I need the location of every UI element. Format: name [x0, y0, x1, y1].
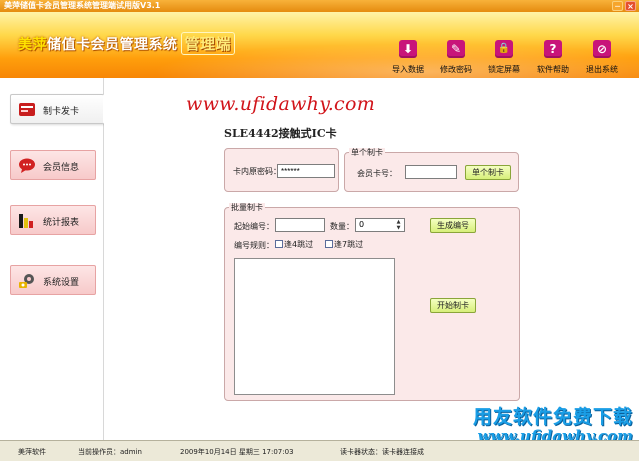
card-password-input[interactable]: [277, 164, 335, 178]
sidebar-item-make-card[interactable]: 制卡发卡: [10, 94, 104, 124]
sidebar-item-label: 会员信息: [43, 163, 80, 173]
exit-button[interactable]: ⊘ 退出系统: [577, 40, 627, 80]
sidebar-item-reports[interactable]: 统计报表: [10, 205, 96, 235]
exit-icon: ⊘: [593, 40, 611, 58]
page-title: SLE4442接触式IC卡: [224, 127, 337, 140]
app-title-text: 储值卡会员管理系统: [47, 37, 178, 53]
bottom-logo: 用友软件免费下载 www.ufidawhy.com: [473, 402, 633, 445]
sidebar: 制卡发卡 会员信息 统计报表 系统设置: [0, 78, 104, 440]
help-button[interactable]: ? 软件帮助: [528, 40, 578, 80]
logo-cn-text: 用友软件免费下载: [472, 406, 633, 428]
start-no-label: 起始编号：: [234, 222, 274, 231]
checkbox-box: [275, 240, 283, 248]
change-password-button[interactable]: ✎ 修改密码: [431, 40, 481, 80]
skip-4-label: 逢4跳过: [284, 240, 314, 249]
single-card-group: 单个制卡 会员卡号： 单个制卡: [344, 148, 519, 192]
import-data-button[interactable]: ⬇ 导入数据: [383, 40, 433, 80]
lock-screen-label: 锁定屏幕: [488, 65, 520, 74]
app-edition-badge: 管理端: [180, 32, 236, 55]
app-title: 美萍储值卡会员管理系统 管理端: [18, 32, 236, 55]
change-password-label: 修改密码: [440, 65, 472, 74]
password-group: 卡内原密码：: [224, 148, 339, 192]
download-icon: ⬇: [399, 40, 417, 58]
generate-number-button[interactable]: 生成编号: [430, 218, 476, 233]
card-password-label: 卡内原密码：: [233, 167, 281, 176]
spin-down-icon[interactable]: ▼: [394, 225, 403, 231]
chat-bubble-icon: [19, 158, 35, 173]
window-title: 美萍储值卡会员管理系统管理端试用版V3.1: [4, 1, 161, 10]
status-reader: 读卡器状态：读卡器连接成: [340, 448, 424, 456]
lock-icon: 🔒: [495, 40, 513, 58]
card-number-list[interactable]: [234, 258, 395, 395]
import-data-label: 导入数据: [392, 65, 424, 74]
skip-4-checkbox[interactable]: 逢4跳过: [275, 239, 313, 250]
exit-label: 退出系统: [586, 65, 618, 74]
single-card-legend: 单个制卡: [349, 148, 385, 157]
start-no-input[interactable]: [275, 218, 325, 232]
sidebar-item-settings[interactable]: 系统设置: [10, 265, 96, 295]
start-card-button[interactable]: 开始制卡: [430, 298, 476, 313]
quantity-stepper[interactable]: 0 ▲ ▼: [355, 218, 405, 232]
toolbar: ⬇ 导入数据 ✎ 修改密码 🔒 锁定屏幕 ? 软件帮助 ⊘ 退出系统: [383, 40, 633, 80]
window-titlebar: 美萍储值卡会员管理系统管理端试用版V3.1 ─ ×: [0, 0, 639, 12]
watermark-url: www.ufidawhy.com: [186, 93, 376, 115]
skip-7-label: 逢7跳过: [334, 240, 364, 249]
member-no-label: 会员卡号：: [357, 169, 397, 178]
quantity-spin[interactable]: ▲ ▼: [394, 219, 403, 231]
close-button[interactable]: ×: [625, 1, 636, 11]
card-maker-icon: [19, 103, 35, 116]
checkbox-box: [325, 240, 333, 248]
batch-card-group: 批量制卡 起始编号： 数量： 0 ▲ ▼ 生成编号 编号规则： 逢4跳过 逢7跳…: [224, 203, 520, 401]
gear-icon: [19, 274, 34, 288]
header-banner: 美萍储值卡会员管理系统 管理端 ⬇ 导入数据 ✎ 修改密码 🔒 锁定屏幕 ? 软件…: [0, 12, 639, 78]
lock-screen-button[interactable]: 🔒 锁定屏幕: [479, 40, 529, 80]
skip-7-checkbox[interactable]: 逢7跳过: [325, 239, 363, 250]
quantity-value: 0: [359, 220, 365, 229]
number-rule-label: 编号规则：: [234, 241, 274, 250]
help-icon: ?: [544, 40, 562, 58]
help-label: 软件帮助: [537, 65, 569, 74]
status-bar: 美萍软件 当前操作员：admin 2009年10月14日 星期三 17:07:0…: [0, 440, 639, 461]
sidebar-item-member-info[interactable]: 会员信息: [10, 150, 96, 180]
member-no-input[interactable]: [405, 165, 457, 179]
pen-icon: ✎: [447, 40, 465, 58]
sidebar-item-label: 制卡发卡: [43, 107, 80, 117]
bar-chart-icon: [19, 214, 33, 228]
minimize-button[interactable]: ─: [612, 1, 623, 11]
quantity-label: 数量：: [330, 222, 354, 231]
sidebar-item-label: 系统设置: [43, 278, 80, 288]
status-app: 美萍软件: [18, 448, 46, 456]
app-brand: 美萍: [18, 37, 47, 53]
status-operator: 当前操作员：admin: [78, 448, 142, 456]
batch-card-legend: 批量制卡: [229, 203, 265, 212]
main-panel: www.ufidawhy.com SLE4442接触式IC卡 卡内原密码： 单个…: [104, 78, 639, 440]
sidebar-item-label: 统计报表: [43, 218, 80, 228]
status-datetime: 2009年10月14日 星期三 17:07:03: [180, 448, 294, 456]
single-card-button[interactable]: 单个制卡: [465, 165, 511, 180]
